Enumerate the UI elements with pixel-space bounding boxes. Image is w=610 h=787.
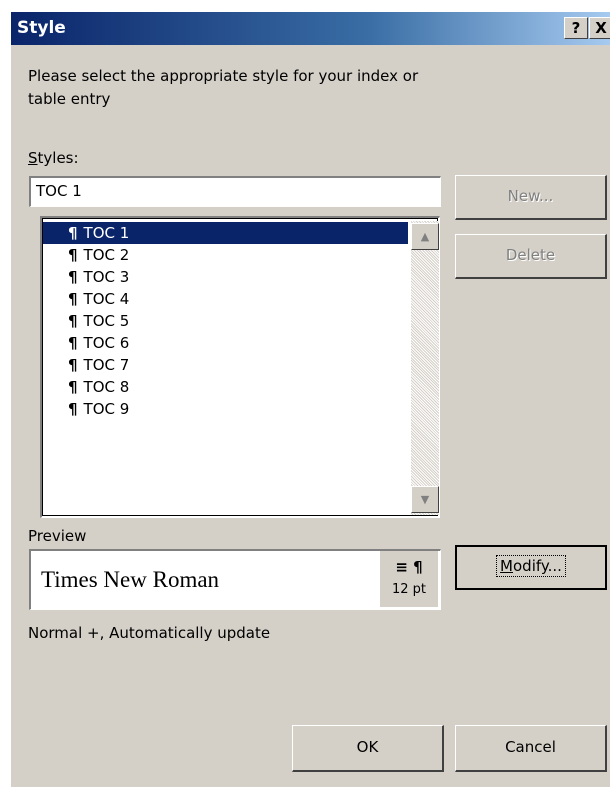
preview-font-name: Times New Roman	[41, 567, 220, 592]
instructions-text: Please select the appropriate style for …	[28, 67, 419, 108]
cancel-button[interactable]: Cancel	[455, 725, 607, 772]
scroll-up-icon[interactable]: ▲	[411, 223, 439, 250]
styles-listbox[interactable]: ¶ TOC 1 ¶ TOC 2 ¶ TOC 3 ¶ TOC 4 ¶ TOC 5 ¶ TOC 6 ¶ TOC…	[40, 216, 440, 518]
styles-label: Styles:	[28, 149, 79, 167]
paragraph-style-icon: ¶	[68, 312, 78, 330]
list-item-label: TOC 5	[83, 312, 130, 330]
title-bar[interactable]: Style ? X	[11, 12, 610, 45]
list-item[interactable]: ¶ TOC 6	[43, 332, 408, 354]
paragraph-style-icon: ¶	[68, 246, 78, 264]
paragraph-style-icon: ¶	[68, 334, 78, 352]
dialog-title: Style	[17, 18, 66, 38]
list-item[interactable]: ¶ TOC 9	[43, 398, 408, 420]
paragraph-style-icon: ¶	[68, 224, 78, 242]
modify-button-label: Modify...	[496, 555, 566, 577]
list-item-label: TOC 8	[83, 378, 130, 396]
styles-scrollbar[interactable]: ▲ ▼	[411, 221, 439, 515]
list-item[interactable]: ¶ TOC 7	[43, 354, 408, 376]
delete-button[interactable]: Delete	[455, 234, 607, 279]
list-item-label: TOC 4	[83, 290, 130, 308]
list-item-label: TOC 2	[83, 246, 130, 264]
styles-list: ¶ TOC 1 ¶ TOC 2 ¶ TOC 3 ¶ TOC 4 ¶ TOC 5 ¶ TOC 6 ¶ TOC…	[43, 222, 408, 420]
paragraph-style-icon: ¶	[68, 290, 78, 308]
list-item-label: TOC 6	[83, 334, 130, 352]
paragraph-style-icon: ¶	[68, 378, 78, 396]
ok-button[interactable]: OK	[292, 725, 444, 772]
modify-accelerator: M	[500, 557, 513, 575]
paragraph-style-icon: ¶	[68, 268, 78, 286]
preview-label: Preview	[28, 527, 87, 545]
list-item-label: TOC 1	[83, 224, 130, 242]
close-button[interactable]: X	[589, 17, 610, 39]
preview-format-panel: ≡ ¶ 12 pt	[380, 551, 438, 607]
list-item-label: TOC 3	[83, 268, 130, 286]
list-item-label: TOC 7	[83, 356, 130, 374]
paragraph-format-icon: ≡ ¶	[395, 558, 423, 576]
list-item[interactable]: ¶ TOC 2	[43, 244, 408, 266]
styles-label-rest: tyles:	[37, 149, 79, 167]
scroll-down-icon[interactable]: ▼	[411, 486, 439, 513]
paragraph-style-icon: ¶	[68, 400, 78, 418]
list-item-label: TOC 9	[83, 400, 130, 418]
preview-box: Times New Roman ≡ ¶ 12 pt	[29, 549, 441, 610]
paragraph-style-icon: ¶	[68, 356, 78, 374]
list-item[interactable]: ¶ TOC 5	[43, 310, 408, 332]
modify-button[interactable]: Modify...	[455, 545, 607, 590]
style-dialog: Style ? X Please select the appropriate …	[11, 12, 610, 787]
list-item[interactable]: ¶ TOC 3	[43, 266, 408, 288]
list-item[interactable]: ¶ TOC 8	[43, 376, 408, 398]
list-item[interactable]: ¶ TOC 1	[43, 222, 408, 244]
new-button[interactable]: New...	[455, 175, 607, 220]
styles-label-accelerator: S	[28, 149, 38, 167]
modify-label-rest: odify...	[513, 557, 562, 575]
help-button[interactable]: ?	[564, 17, 588, 39]
list-item[interactable]: ¶ TOC 4	[43, 288, 408, 310]
style-name-input[interactable]: TOC 1	[29, 176, 441, 207]
style-description: Normal +, Automatically update	[28, 624, 271, 642]
preview-font-size: 12 pt	[391, 582, 427, 597]
